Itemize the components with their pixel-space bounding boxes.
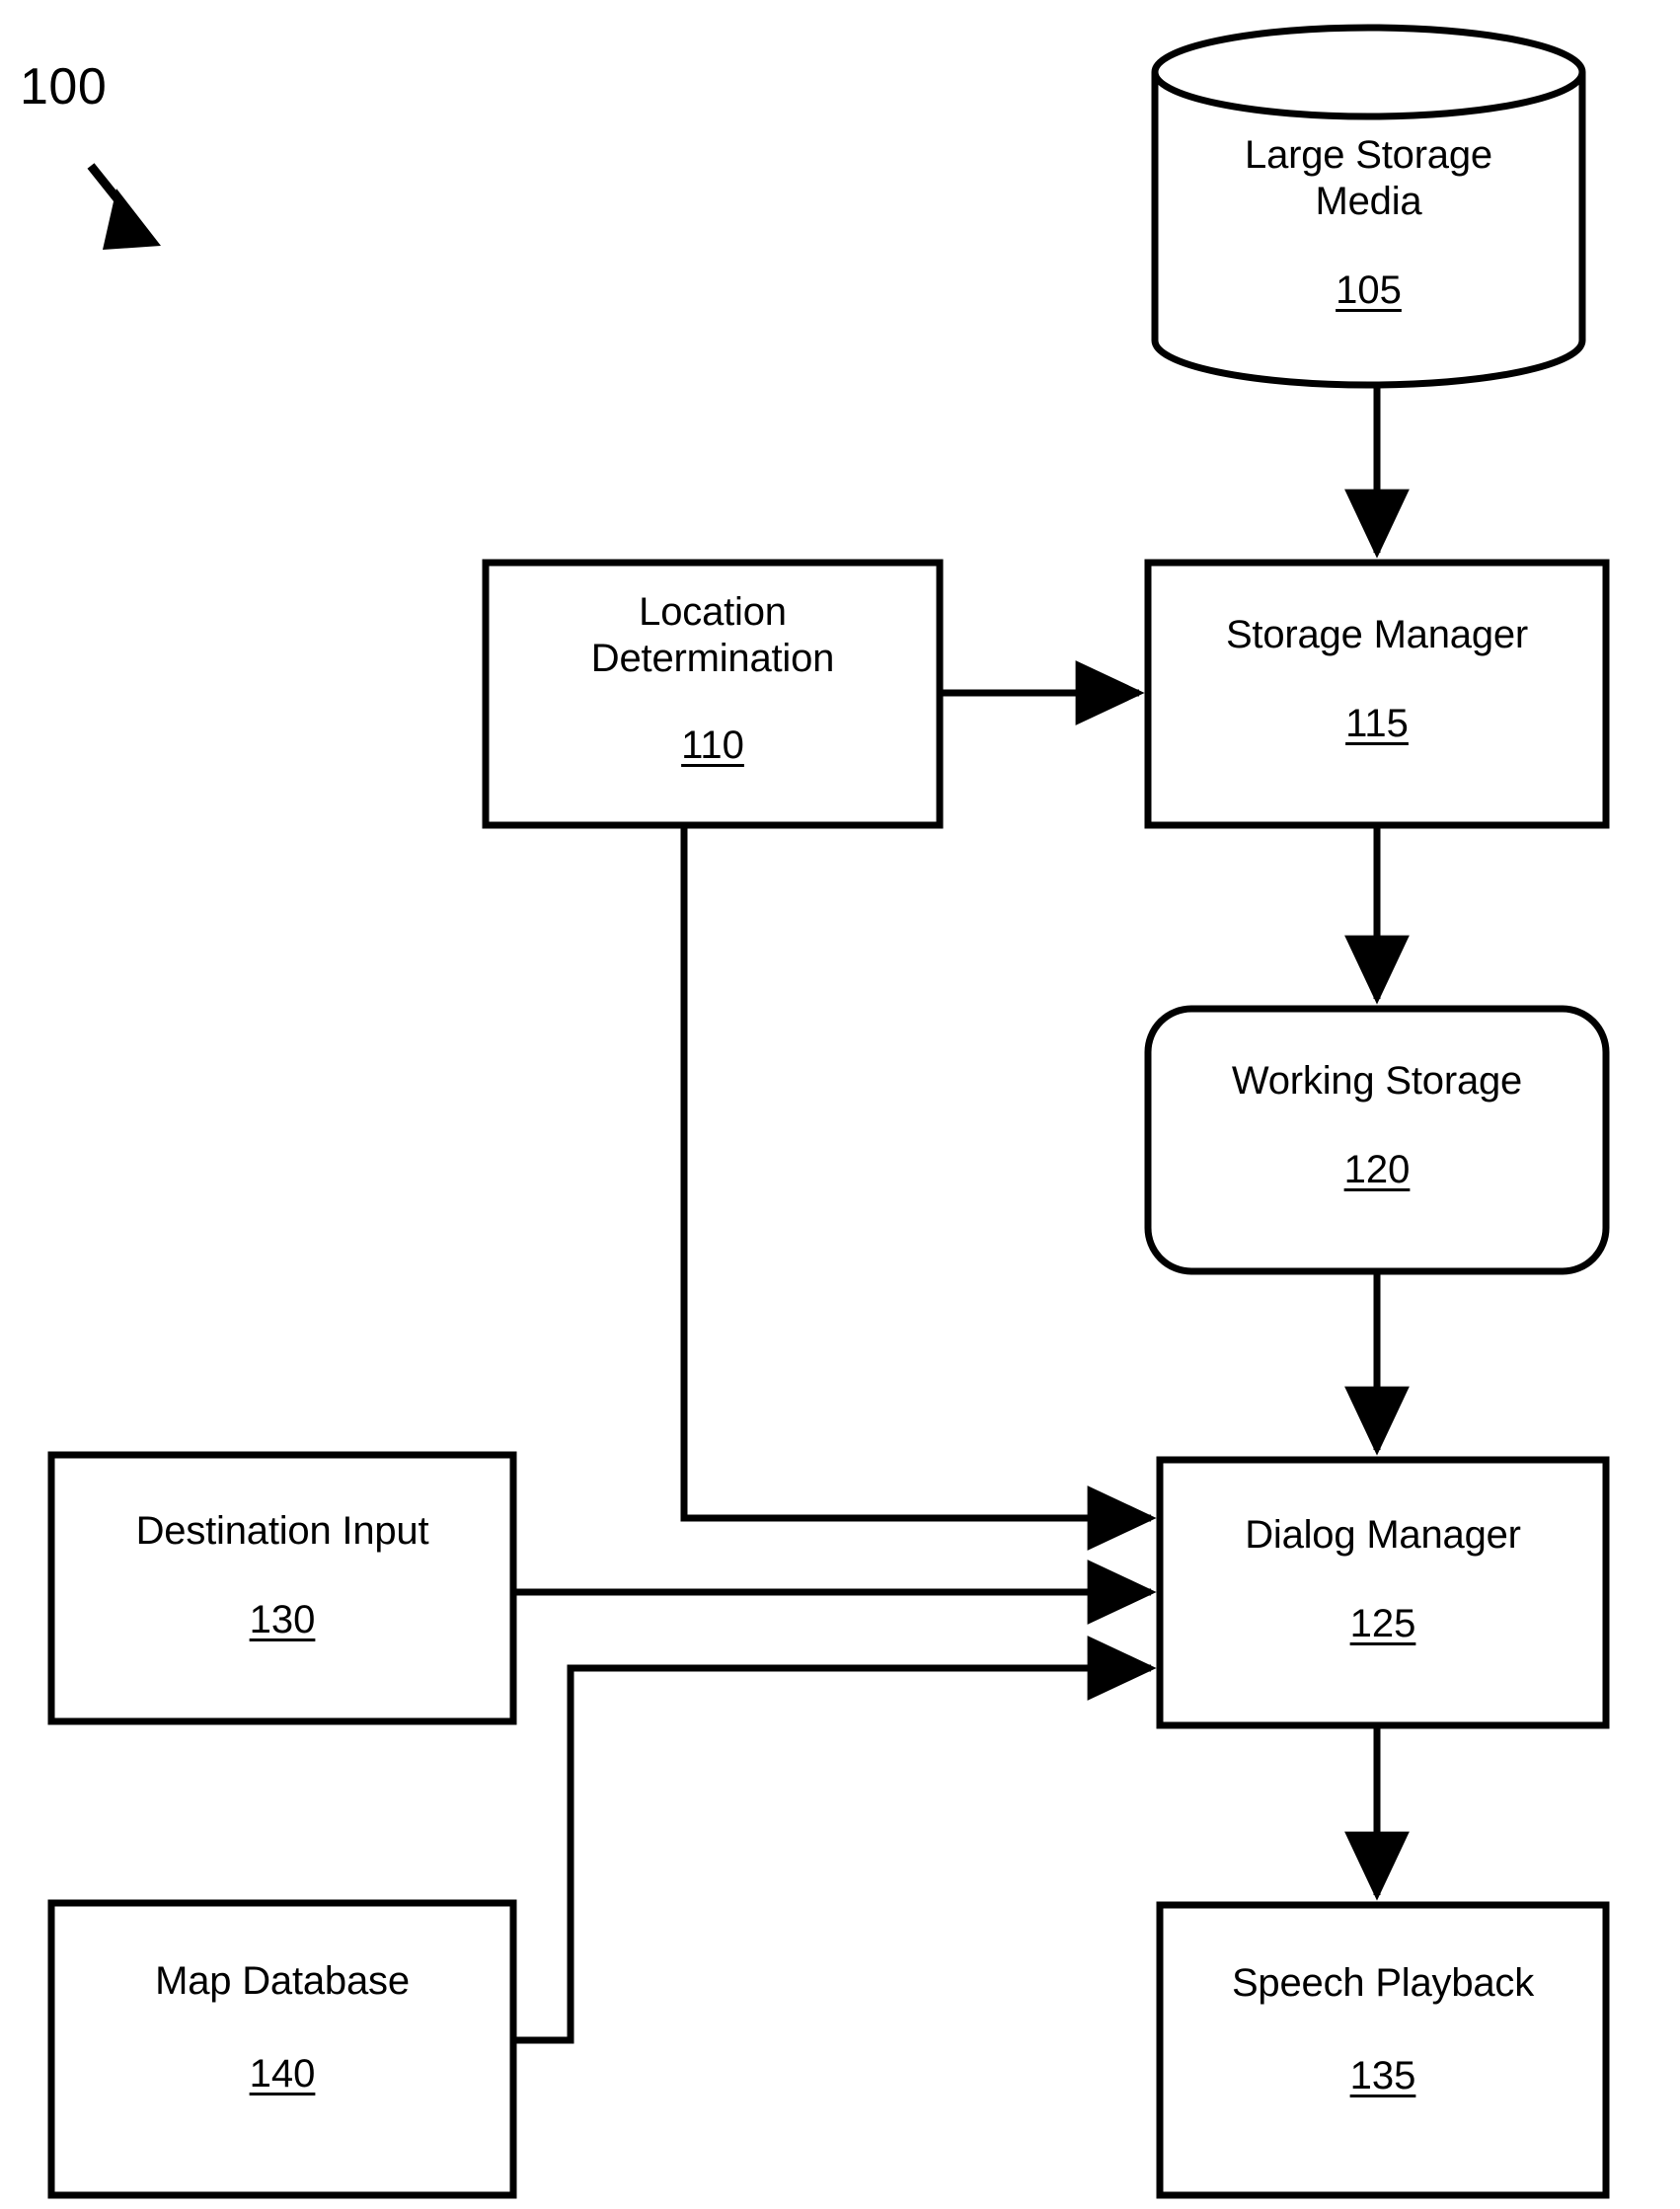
shape-destination-input [47, 1451, 517, 1725]
shape-dialog-manager [1156, 1456, 1610, 1729]
figure-number: 100 [20, 58, 108, 115]
shape-location-determination [482, 559, 944, 829]
shape-map-database [47, 1899, 517, 2199]
shape-working-storage [1144, 1005, 1610, 1275]
shape-large-storage-media [1151, 24, 1586, 389]
shape-storage-manager [1144, 559, 1610, 829]
connector-location-determination-to-dialog-manager [680, 825, 1157, 1551]
shape-speech-playback [1156, 1901, 1610, 2199]
patent-figure-diagram: 100 Large Storage Media 105 Location Det… [0, 0, 1680, 2209]
connector-map-database-to-dialog-manager [513, 1636, 1157, 2044]
diagram-canvas [47, 24, 1610, 2199]
